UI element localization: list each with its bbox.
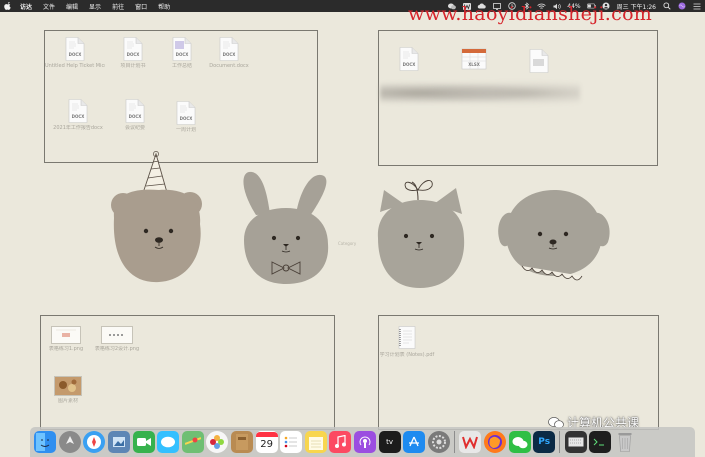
desktop-file[interactable]: 学习计划表 (Notes).pdf bbox=[377, 326, 437, 358]
dog-illustration bbox=[498, 190, 610, 281]
desktop-file[interactable]: XLSX bbox=[444, 47, 504, 71]
svg-text:DOCX: DOCX bbox=[129, 114, 142, 119]
maps-icon[interactable] bbox=[181, 431, 204, 453]
notes-book-icon[interactable] bbox=[231, 431, 254, 453]
menu-help[interactable]: 帮助 bbox=[158, 2, 170, 11]
svg-text:DOCX: DOCX bbox=[127, 52, 140, 57]
wechat-icon[interactable] bbox=[508, 431, 531, 453]
menu-go[interactable]: 前往 bbox=[112, 2, 124, 11]
desktop-file[interactable]: 表格练习2设计.png bbox=[87, 326, 147, 352]
trash-icon[interactable] bbox=[614, 431, 636, 453]
file-label: Untitled Help Ticket Microso... bbox=[45, 63, 105, 69]
calendar-icon[interactable]: 29 bbox=[255, 431, 278, 453]
svg-text:DOCX: DOCX bbox=[223, 52, 236, 57]
rabbit-illustration bbox=[243, 171, 329, 284]
desktop-file[interactable]: DOCX Document.docx bbox=[199, 37, 259, 69]
desktop-file[interactable]: DOCX 一周计划 bbox=[156, 101, 216, 133]
appletv-icon[interactable]: tv bbox=[378, 431, 401, 453]
bear-illustration bbox=[111, 151, 202, 283]
file-label: 表格练习2设计.png bbox=[94, 346, 140, 352]
generic-file-icon bbox=[529, 49, 549, 73]
center-file-label: Category bbox=[338, 241, 357, 246]
docx-file-icon: DOCX bbox=[68, 99, 88, 123]
photoshop-icon[interactable]: Ps bbox=[533, 431, 556, 453]
desktop-file[interactable]: DOCX bbox=[379, 47, 439, 71]
photos-icon[interactable] bbox=[206, 431, 229, 453]
file-label: 2021年工作报告docx bbox=[53, 125, 103, 131]
desktop-file[interactable]: 图片素材 bbox=[38, 376, 98, 404]
docx-file-icon: DOCX bbox=[123, 37, 143, 61]
svg-text:DOCX: DOCX bbox=[176, 52, 189, 57]
svg-text:DOCX: DOCX bbox=[180, 116, 193, 121]
reminders-icon[interactable] bbox=[280, 431, 303, 453]
dock-separator bbox=[559, 431, 561, 453]
messages-icon[interactable] bbox=[157, 431, 180, 453]
menu-view[interactable]: 显示 bbox=[89, 2, 101, 11]
appstore-icon[interactable] bbox=[403, 431, 426, 453]
file-label: Document.docx bbox=[209, 63, 249, 69]
dock-separator bbox=[454, 431, 456, 453]
podcasts-icon[interactable] bbox=[354, 431, 377, 453]
appletv-label: tv bbox=[386, 438, 394, 446]
site-watermark: www.haoyidiansheji.com bbox=[408, 3, 653, 25]
docx-file-icon: DOCX bbox=[125, 99, 145, 123]
menu-file[interactable]: 文件 bbox=[43, 2, 55, 11]
terminal-icon[interactable] bbox=[589, 431, 612, 453]
calendar-day: 29 bbox=[260, 439, 273, 450]
firefox-icon[interactable] bbox=[483, 431, 506, 453]
docx-file-icon: DOCX bbox=[65, 37, 85, 61]
cat-illustration bbox=[377, 180, 465, 288]
desktop-file[interactable]: DOCX 2021年工作报告docx bbox=[48, 99, 108, 131]
apple-icon[interactable] bbox=[4, 2, 12, 10]
facetime-icon[interactable] bbox=[132, 431, 155, 453]
music-icon[interactable] bbox=[329, 431, 352, 453]
wps-office-icon[interactable] bbox=[459, 431, 482, 453]
blurred-file-labels bbox=[380, 80, 580, 106]
finder-icon[interactable] bbox=[34, 431, 57, 453]
docx-file-icon: DOCX bbox=[176, 101, 196, 125]
menu-window[interactable]: 窗口 bbox=[135, 2, 147, 11]
svg-text:DOCX: DOCX bbox=[72, 114, 85, 119]
launchpad-icon[interactable] bbox=[58, 431, 81, 453]
desktop-stack-documents: DOCX Untitled Help Ticket Microso... DOC… bbox=[44, 30, 318, 163]
desktop-file[interactable] bbox=[509, 49, 569, 73]
pdf-notebook-icon bbox=[398, 326, 416, 349]
image-thumbnail-icon bbox=[51, 326, 81, 344]
preview-icon[interactable] bbox=[108, 431, 131, 453]
safari-icon[interactable] bbox=[83, 431, 106, 453]
system-preferences-icon[interactable] bbox=[427, 431, 450, 453]
xlsx-file-icon: XLSX bbox=[461, 48, 487, 70]
desktop-file[interactable]: DOCX Untitled Help Ticket Microso... bbox=[45, 37, 105, 69]
desktop-stack-images: 表格练习1.png 表格练习2设计.png 图片素材 bbox=[40, 315, 335, 430]
search-icon[interactable] bbox=[662, 2, 671, 10]
keyboard-icon[interactable] bbox=[564, 431, 587, 453]
list-icon[interactable] bbox=[692, 2, 701, 10]
svg-text:XLSX: XLSX bbox=[468, 62, 480, 67]
photoshop-label: Ps bbox=[538, 437, 551, 447]
docx-file-icon: DOCX bbox=[399, 47, 419, 71]
desktop-stack-pdf: 学习计划表 (Notes).pdf bbox=[378, 315, 659, 430]
siri-icon[interactable] bbox=[677, 2, 686, 10]
file-label: 一周计划 bbox=[175, 127, 196, 133]
file-label: 学习计划表 (Notes).pdf bbox=[379, 352, 435, 358]
svg-text:DOCX: DOCX bbox=[403, 62, 416, 67]
menu-finder[interactable]: 访达 bbox=[20, 2, 32, 11]
dock: 29 tv Ps bbox=[30, 427, 695, 457]
docx-file-icon: DOCX bbox=[219, 37, 239, 61]
image-thumbnail-icon bbox=[101, 326, 133, 344]
docx-file-icon: DOCX bbox=[172, 37, 192, 61]
notes-icon[interactable] bbox=[304, 431, 327, 453]
file-label: 图片素材 bbox=[57, 398, 78, 404]
svg-text:DOCX: DOCX bbox=[69, 52, 82, 57]
image-thumbnail-icon bbox=[54, 376, 82, 396]
menu-edit[interactable]: 编辑 bbox=[66, 2, 78, 11]
